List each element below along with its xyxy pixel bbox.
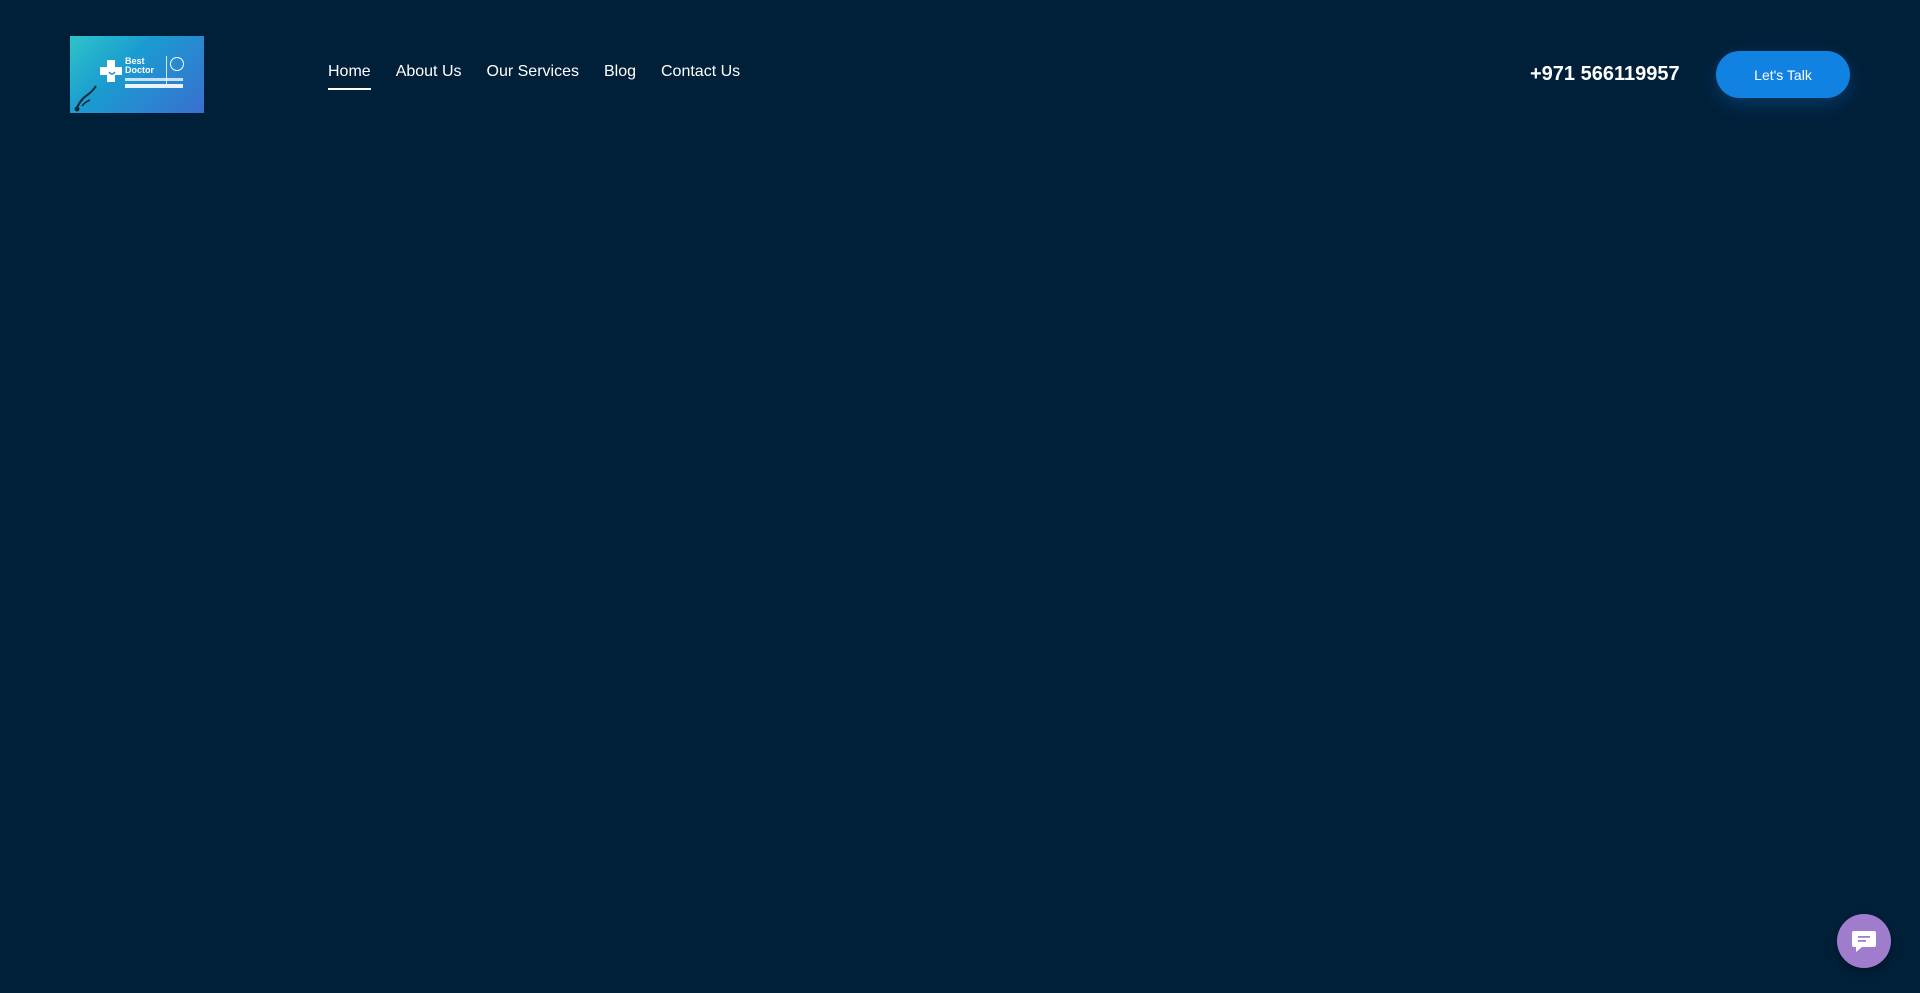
stethoscope-icon — [74, 85, 97, 112]
nav-item-our-services[interactable]: Our Services — [487, 62, 579, 90]
nav-item-home[interactable]: Home — [328, 62, 371, 90]
logo-brand-text: Best Doctor — [125, 56, 154, 75]
phone-number-link[interactable]: +971 566119957 — [1530, 61, 1680, 87]
lets-talk-button[interactable]: Let's Talk — [1716, 51, 1850, 98]
nav-item-contact-us[interactable]: Contact Us — [661, 62, 740, 90]
nav-item-blog[interactable]: Blog — [604, 62, 636, 90]
nav-item-about-us[interactable]: About Us — [396, 62, 462, 90]
logo-ribbon — [125, 84, 183, 88]
site-logo[interactable]: Best Doctor — [70, 36, 204, 113]
page: Best Doctor Home About Us Our Services B… — [0, 0, 1920, 993]
main-navigation: Home About Us Our Services Blog Contact … — [328, 62, 740, 90]
medical-cross-icon — [100, 60, 122, 82]
logo-divider — [166, 56, 167, 84]
logo-tagline-line — [125, 78, 183, 81]
logo-seal-icon — [170, 57, 184, 71]
site-header: Best Doctor Home About Us Our Services B… — [0, 0, 1920, 150]
chat-widget-button[interactable] — [1837, 914, 1891, 968]
chat-bubble-icon — [1852, 931, 1876, 952]
